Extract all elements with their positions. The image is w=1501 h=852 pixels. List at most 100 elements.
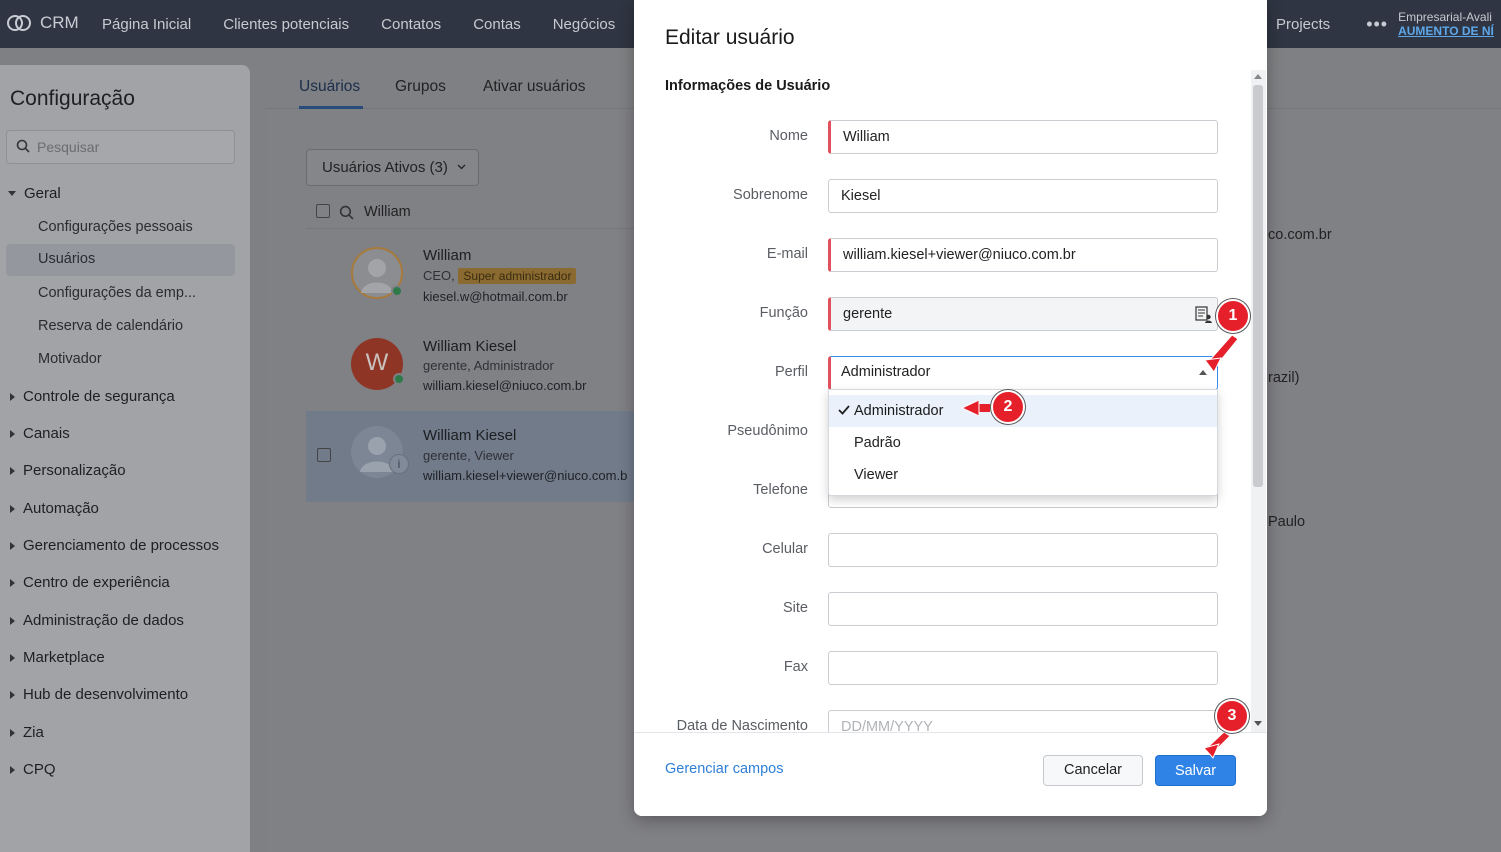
sidebar-section-process-management[interactable]: Gerenciamento de processos — [8, 537, 219, 554]
scroll-down-icon[interactable] — [1254, 721, 1262, 726]
dialog-footer: Gerenciar campos Cancelar Salvar — [634, 732, 1267, 816]
user-email: william.kiesel@niuco.com.br — [423, 378, 587, 393]
user-row[interactable]: William CEO, Super administrador kiesel.… — [306, 231, 636, 322]
search-icon[interactable] — [339, 205, 354, 220]
nav-home[interactable]: Página Inicial — [86, 16, 207, 33]
section-label: Canais — [23, 425, 70, 442]
section-label: Controle de segurança — [23, 388, 175, 405]
app-name: CRM — [40, 13, 79, 32]
sidebar-section-experience-center[interactable]: Centro de experiência — [8, 574, 170, 591]
chevron-right-icon — [10, 504, 15, 513]
search-icon — [16, 139, 30, 153]
last-name-input[interactable]: Kiesel — [828, 179, 1218, 213]
nav-contacts[interactable]: Contatos — [365, 16, 457, 33]
section-label: Gerenciamento de processos — [23, 537, 219, 554]
crm-logo[interactable]: CRM — [6, 13, 79, 33]
sidebar-section-cpq[interactable]: CPQ — [8, 761, 56, 778]
avatar — [351, 247, 403, 299]
crm-logo-icon — [7, 15, 31, 31]
save-button[interactable]: Salvar — [1155, 755, 1236, 786]
online-status-dot — [391, 285, 403, 297]
email-input[interactable]: william.kiesel+viewer@niuco.com.br — [828, 238, 1218, 272]
role-lookup-icon[interactable] — [1195, 306, 1213, 324]
user-list-header: William — [306, 197, 636, 229]
user-filter-dropdown[interactable]: Usuários Ativos (3) — [306, 149, 479, 186]
field-label-role: Função — [759, 305, 808, 321]
user-role: CEO, Super administrador — [423, 268, 577, 284]
mobile-input[interactable] — [828, 533, 1218, 567]
edit-user-dialog: Editar usuário Informações de Usuário No… — [634, 0, 1267, 816]
profile-selected-value: Administrador — [841, 364, 931, 380]
sidebar-item-calendar-booking[interactable]: Reserva de calendário — [38, 318, 183, 334]
user-name: William Kiesel — [423, 338, 517, 355]
sidebar-item-motivator[interactable]: Motivador — [38, 351, 102, 367]
user-search-value[interactable]: William — [364, 204, 411, 220]
select-all-checkbox[interactable] — [316, 204, 330, 218]
dialog-scrollbar-thumb[interactable] — [1253, 85, 1263, 487]
chevron-right-icon — [10, 466, 15, 475]
sidebar-section-geral[interactable]: Geral — [8, 185, 61, 202]
nav-deals[interactable]: Negócios — [537, 16, 632, 33]
info-icon[interactable]: i — [389, 454, 409, 474]
section-heading: Informações de Usuário — [665, 78, 831, 94]
fax-input[interactable] — [828, 651, 1218, 685]
profile-option-viewer[interactable]: Viewer — [829, 459, 1217, 491]
sidebar-section-automation[interactable]: Automação — [8, 500, 99, 517]
module-tabs: Página Inicial Clientes potenciais Conta… — [86, 0, 631, 48]
user-role: gerente, Viewer — [423, 448, 514, 463]
step-marker-2: 2 — [991, 390, 1025, 424]
chevron-right-icon — [10, 765, 15, 774]
chevron-down-icon — [8, 191, 16, 196]
dialog-title: Editar usuário — [665, 26, 795, 49]
profile-option-padrao[interactable]: Padrão — [829, 427, 1217, 459]
active-tab-indicator — [299, 106, 363, 109]
option-label: Administrador — [854, 403, 944, 419]
field-label-nickname: Pseudônimo — [727, 423, 808, 439]
manage-fields-link[interactable]: Gerenciar campos — [665, 761, 783, 777]
sidebar-section-data-admin[interactable]: Administração de dados — [8, 612, 184, 629]
user-detail-email-fragment: co.com.br — [1268, 227, 1332, 243]
more-modules-icon[interactable]: ••• — [1344, 14, 1398, 35]
row-checkbox[interactable] — [317, 448, 331, 462]
field-label-last-name: Sobrenome — [733, 187, 808, 203]
chevron-right-icon — [10, 541, 15, 550]
section-label: Marketplace — [23, 649, 105, 666]
user-row[interactable]: W William Kiesel gerente, Administrador … — [306, 322, 636, 413]
sidebar-item-company-settings[interactable]: Configurações da emp... — [38, 285, 196, 301]
sidebar-title: Configuração — [10, 87, 135, 110]
sidebar-section-marketplace[interactable]: Marketplace — [8, 649, 105, 666]
sidebar-item-personal-settings[interactable]: Configurações pessoais — [38, 219, 193, 235]
sidebar-section-developer-hub[interactable]: Hub de desenvolvimento — [8, 686, 188, 703]
nav-accounts[interactable]: Contas — [457, 16, 537, 33]
sidebar-section-customization[interactable]: Personalização — [8, 462, 126, 479]
field-label-email: E-mail — [766, 246, 808, 262]
section-label: Centro de experiência — [23, 574, 170, 591]
sidebar-section-zia[interactable]: Zia — [8, 724, 44, 741]
profile-select[interactable]: Administrador — [828, 356, 1218, 390]
scroll-up-icon[interactable] — [1254, 74, 1262, 79]
tab-activate-users[interactable]: Ativar usuários — [483, 78, 586, 96]
chevron-right-icon — [10, 616, 15, 625]
role-value: gerente — [843, 306, 893, 322]
step-marker-3: 3 — [1215, 699, 1249, 733]
chevron-right-icon — [10, 392, 15, 401]
online-status-dot — [393, 373, 405, 385]
upgrade-link[interactable]: AUMENTO DE NÍ — [1398, 24, 1494, 38]
first-name-input[interactable]: William — [828, 120, 1218, 154]
role-input[interactable]: gerente — [828, 297, 1218, 331]
settings-search-input[interactable]: Pesquisar — [6, 130, 235, 164]
sidebar-section-channels[interactable]: Canais — [8, 425, 70, 442]
sidebar-section-security[interactable]: Controle de segurança — [8, 388, 175, 405]
sidebar-item-users[interactable]: Usuários — [6, 244, 235, 276]
tab-groups[interactable]: Grupos — [395, 78, 446, 96]
cancel-button[interactable]: Cancelar — [1043, 755, 1143, 786]
chevron-down-icon — [457, 164, 466, 170]
tab-users[interactable]: Usuários — [299, 78, 360, 96]
field-label-phone: Telefone — [753, 482, 808, 498]
birth-date-input[interactable]: DD/MM/YYYY — [828, 710, 1218, 735]
nav-projects[interactable]: Projects — [1262, 16, 1344, 33]
chevron-right-icon — [10, 653, 15, 662]
website-input[interactable] — [828, 592, 1218, 626]
nav-leads[interactable]: Clientes potenciais — [207, 16, 365, 33]
user-row-selected[interactable]: i William Kiesel gerente, Viewer william… — [306, 411, 636, 502]
